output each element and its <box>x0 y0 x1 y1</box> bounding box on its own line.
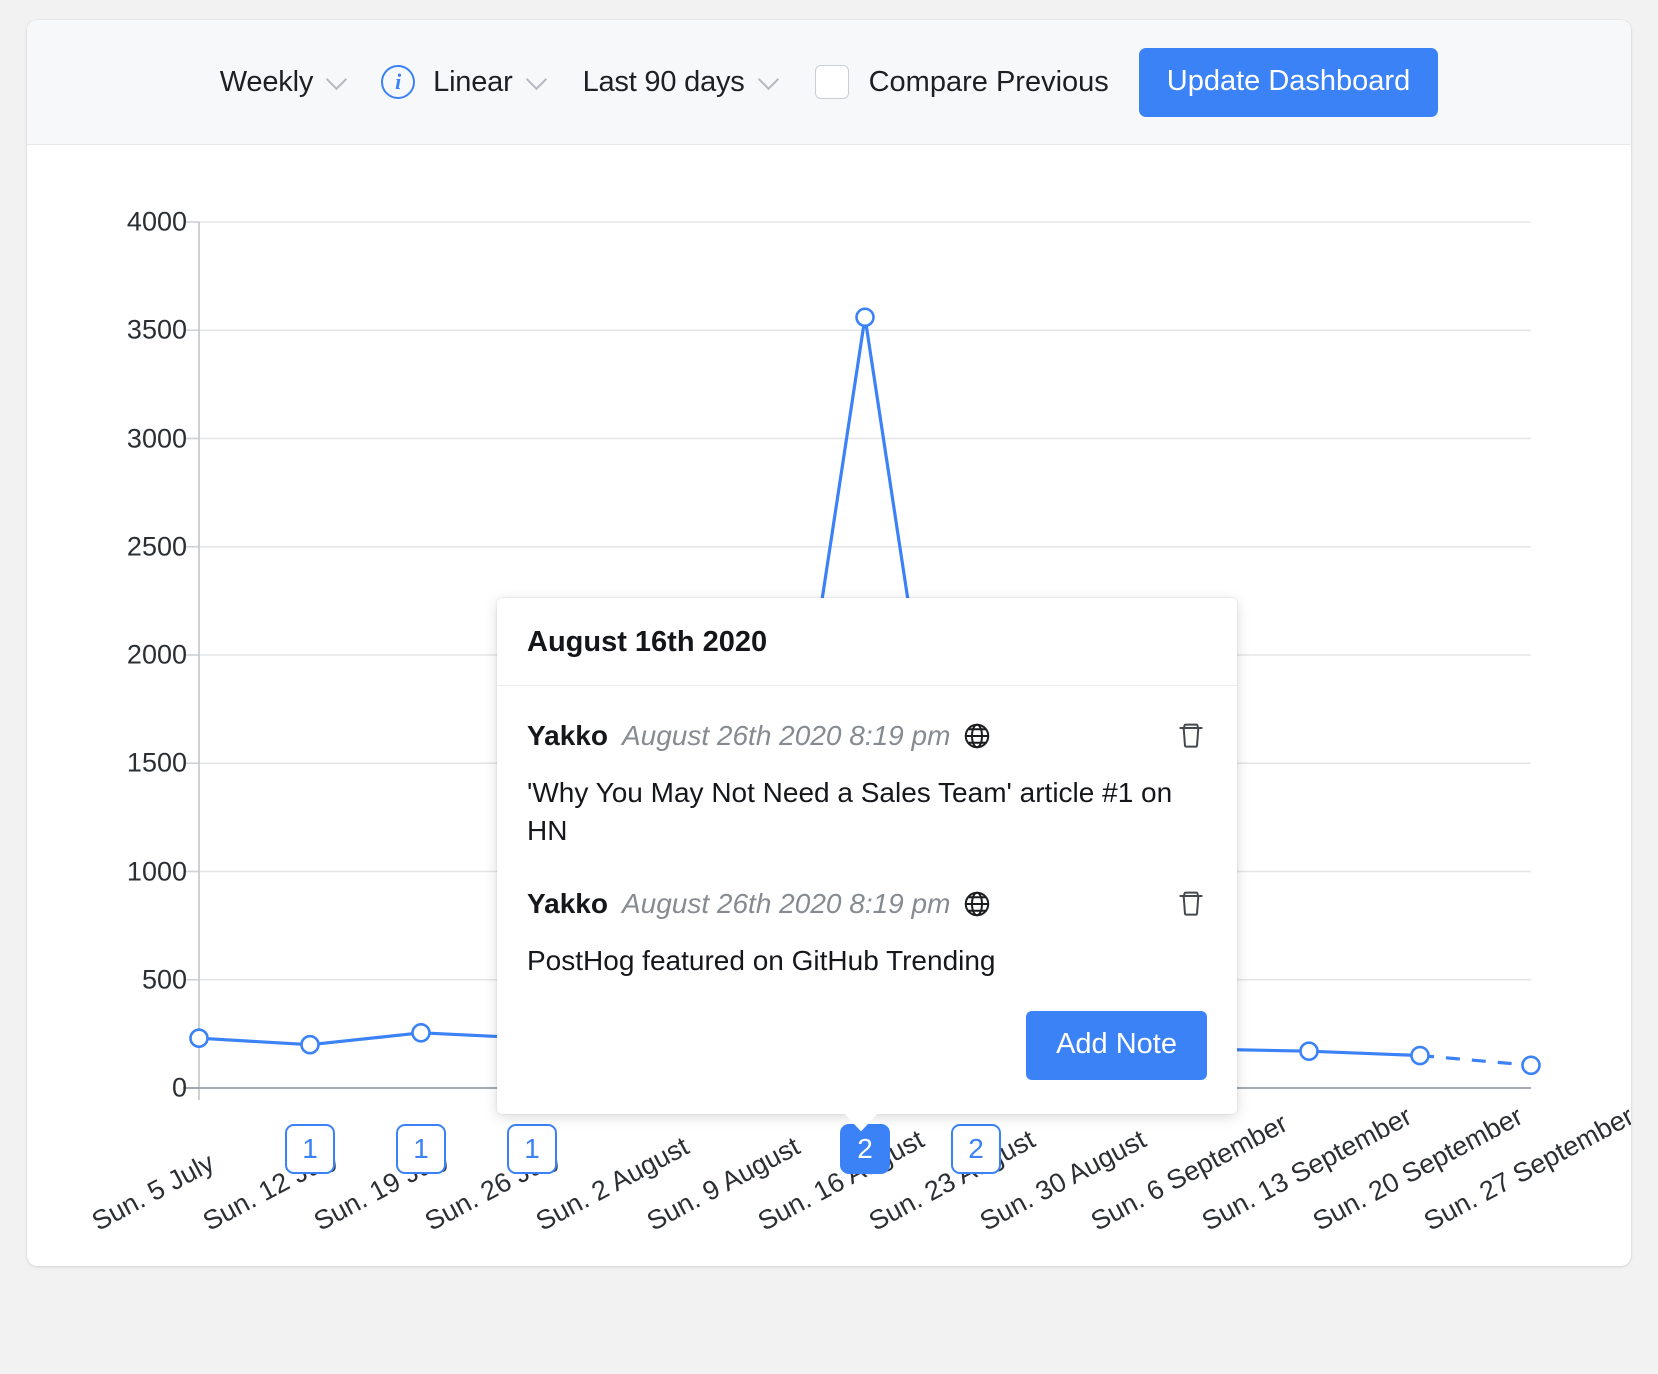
chart-toolbar: Weekly i Linear Last 90 days Compare Pre… <box>27 20 1631 145</box>
note-author: Yakko <box>527 720 608 752</box>
chevron-down-icon <box>327 69 349 91</box>
scale-label: Linear <box>433 66 512 99</box>
globe-icon <box>962 889 992 919</box>
globe-icon <box>962 721 992 751</box>
note-author: Yakko <box>527 888 608 920</box>
trash-icon[interactable] <box>1175 720 1207 752</box>
annotation-badge[interactable]: 1 <box>396 1124 446 1174</box>
note-item: Yakko August 26th 2020 8:19 pm PostHog fea… <box>527 860 1207 990</box>
compare-previous-label[interactable]: Compare Previous <box>869 66 1109 99</box>
info-icon[interactable]: i <box>381 65 415 99</box>
note-text: PostHog featured on GitHub Trending <box>527 942 1207 980</box>
add-note-button[interactable]: Add Note <box>1026 1011 1207 1080</box>
insights-chart-card: Weekly i Linear Last 90 days Compare Pre… <box>27 20 1631 1266</box>
interval-label: Weekly <box>220 66 313 99</box>
date-range-dropdown[interactable]: Last 90 days <box>583 66 781 99</box>
note-meta: Yakko August 26th 2020 8:19 pm <box>527 720 1207 752</box>
interval-dropdown[interactable]: Weekly <box>220 66 349 99</box>
popup-footer: Add Note <box>497 989 1237 1114</box>
annotation-badge[interactable]: 2 <box>951 1124 1001 1174</box>
note-item: Yakko August 26th 2020 8:19 pm 'Why You Ma… <box>527 692 1207 860</box>
chevron-down-icon <box>759 69 781 91</box>
note-timestamp: August 26th 2020 8:19 pm <box>622 888 950 920</box>
note-meta: Yakko August 26th 2020 8:19 pm <box>527 888 1207 920</box>
annotations-popup: August 16th 2020 Yakko August 26th 2020 8… <box>497 598 1237 1114</box>
annotation-badge[interactable]: 1 <box>285 1124 335 1174</box>
note-timestamp: August 26th 2020 8:19 pm <box>622 720 950 752</box>
note-text: 'Why You May Not Need a Sales Team' arti… <box>527 774 1207 850</box>
compare-previous-checkbox[interactable] <box>815 65 849 99</box>
annotation-badge[interactable]: 2 <box>840 1124 890 1174</box>
update-dashboard-button[interactable]: Update Dashboard <box>1139 48 1438 117</box>
chevron-down-icon <box>527 69 549 91</box>
annotation-badge[interactable]: 1 <box>507 1124 557 1174</box>
date-range-label: Last 90 days <box>583 66 745 99</box>
notes-list: Yakko August 26th 2020 8:19 pm 'Why You Ma… <box>497 686 1237 989</box>
trash-icon[interactable] <box>1175 888 1207 920</box>
popup-title: August 16th 2020 <box>497 598 1237 686</box>
scale-dropdown[interactable]: Linear <box>433 66 548 99</box>
